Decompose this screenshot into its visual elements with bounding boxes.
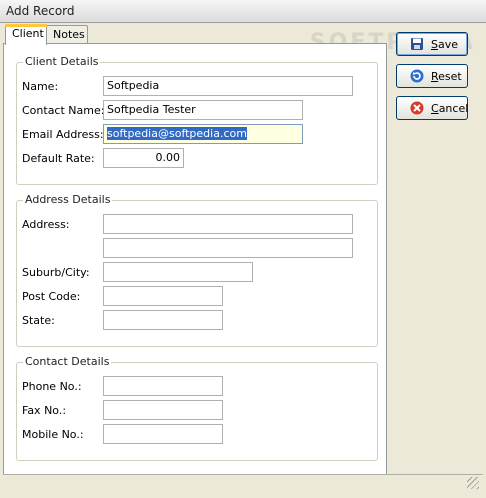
address-line1-input[interactable] [103, 214, 353, 234]
name-label: Name: [22, 80, 59, 93]
reset-arrow-icon [410, 69, 424, 83]
email-input[interactable]: softpedia@softpedia.com [103, 124, 303, 144]
client-details-title: Client Details [23, 55, 101, 68]
address-details-title: Address Details [23, 193, 113, 206]
tab-client-label: Client [12, 27, 44, 40]
mobile-label: Mobile No.: [22, 428, 84, 441]
address-label: Address: [22, 218, 70, 231]
mobile-input[interactable] [103, 424, 223, 444]
status-bar [3, 474, 483, 491]
window-title: Add Record [6, 4, 75, 18]
state-label: State: [22, 314, 55, 327]
name-input[interactable]: Softpedia [103, 76, 353, 96]
fax-input[interactable] [103, 400, 223, 420]
tab-client[interactable]: Client [5, 24, 47, 45]
tab-notes-label: Notes [53, 28, 85, 41]
contact-name-input[interactable]: Softpedia Tester [103, 100, 303, 120]
email-label: Email Address: [22, 128, 104, 141]
post-code-input[interactable] [103, 286, 223, 306]
phone-input[interactable] [103, 376, 223, 396]
cancel-button[interactable]: Cancel [396, 96, 468, 120]
post-code-label: Post Code: [22, 290, 81, 303]
cancel-icon [410, 101, 424, 115]
default-rate-label: Default Rate: [22, 152, 95, 165]
cancel-button-label: Cancel [431, 102, 469, 115]
reset-button-label: Reset [431, 70, 462, 83]
title-bar: Add Record [0, 0, 486, 23]
state-input[interactable] [103, 310, 223, 330]
contact-name-label: Contact Name: [22, 104, 105, 117]
save-button-label: Save [431, 38, 459, 51]
default-rate-input[interactable]: 0.00 [103, 148, 184, 168]
phone-label: Phone No.: [22, 380, 82, 393]
tab-notes[interactable]: Notes [46, 25, 88, 44]
address-line2-input[interactable] [103, 238, 353, 258]
contact-details-title: Contact Details [23, 355, 112, 368]
floppy-disk-icon [410, 37, 424, 51]
save-button[interactable]: Save [396, 32, 468, 56]
suburb-label: Suburb/City: [22, 266, 90, 279]
suburb-input[interactable] [103, 262, 253, 282]
email-selected-text: softpedia@softpedia.com [107, 127, 247, 140]
reset-button[interactable]: Reset [396, 64, 468, 88]
tab-panel: Client Details Name: Softpedia Contact N… [3, 43, 387, 475]
resize-grip-icon[interactable] [467, 477, 479, 489]
fax-label: Fax No.: [22, 404, 67, 417]
